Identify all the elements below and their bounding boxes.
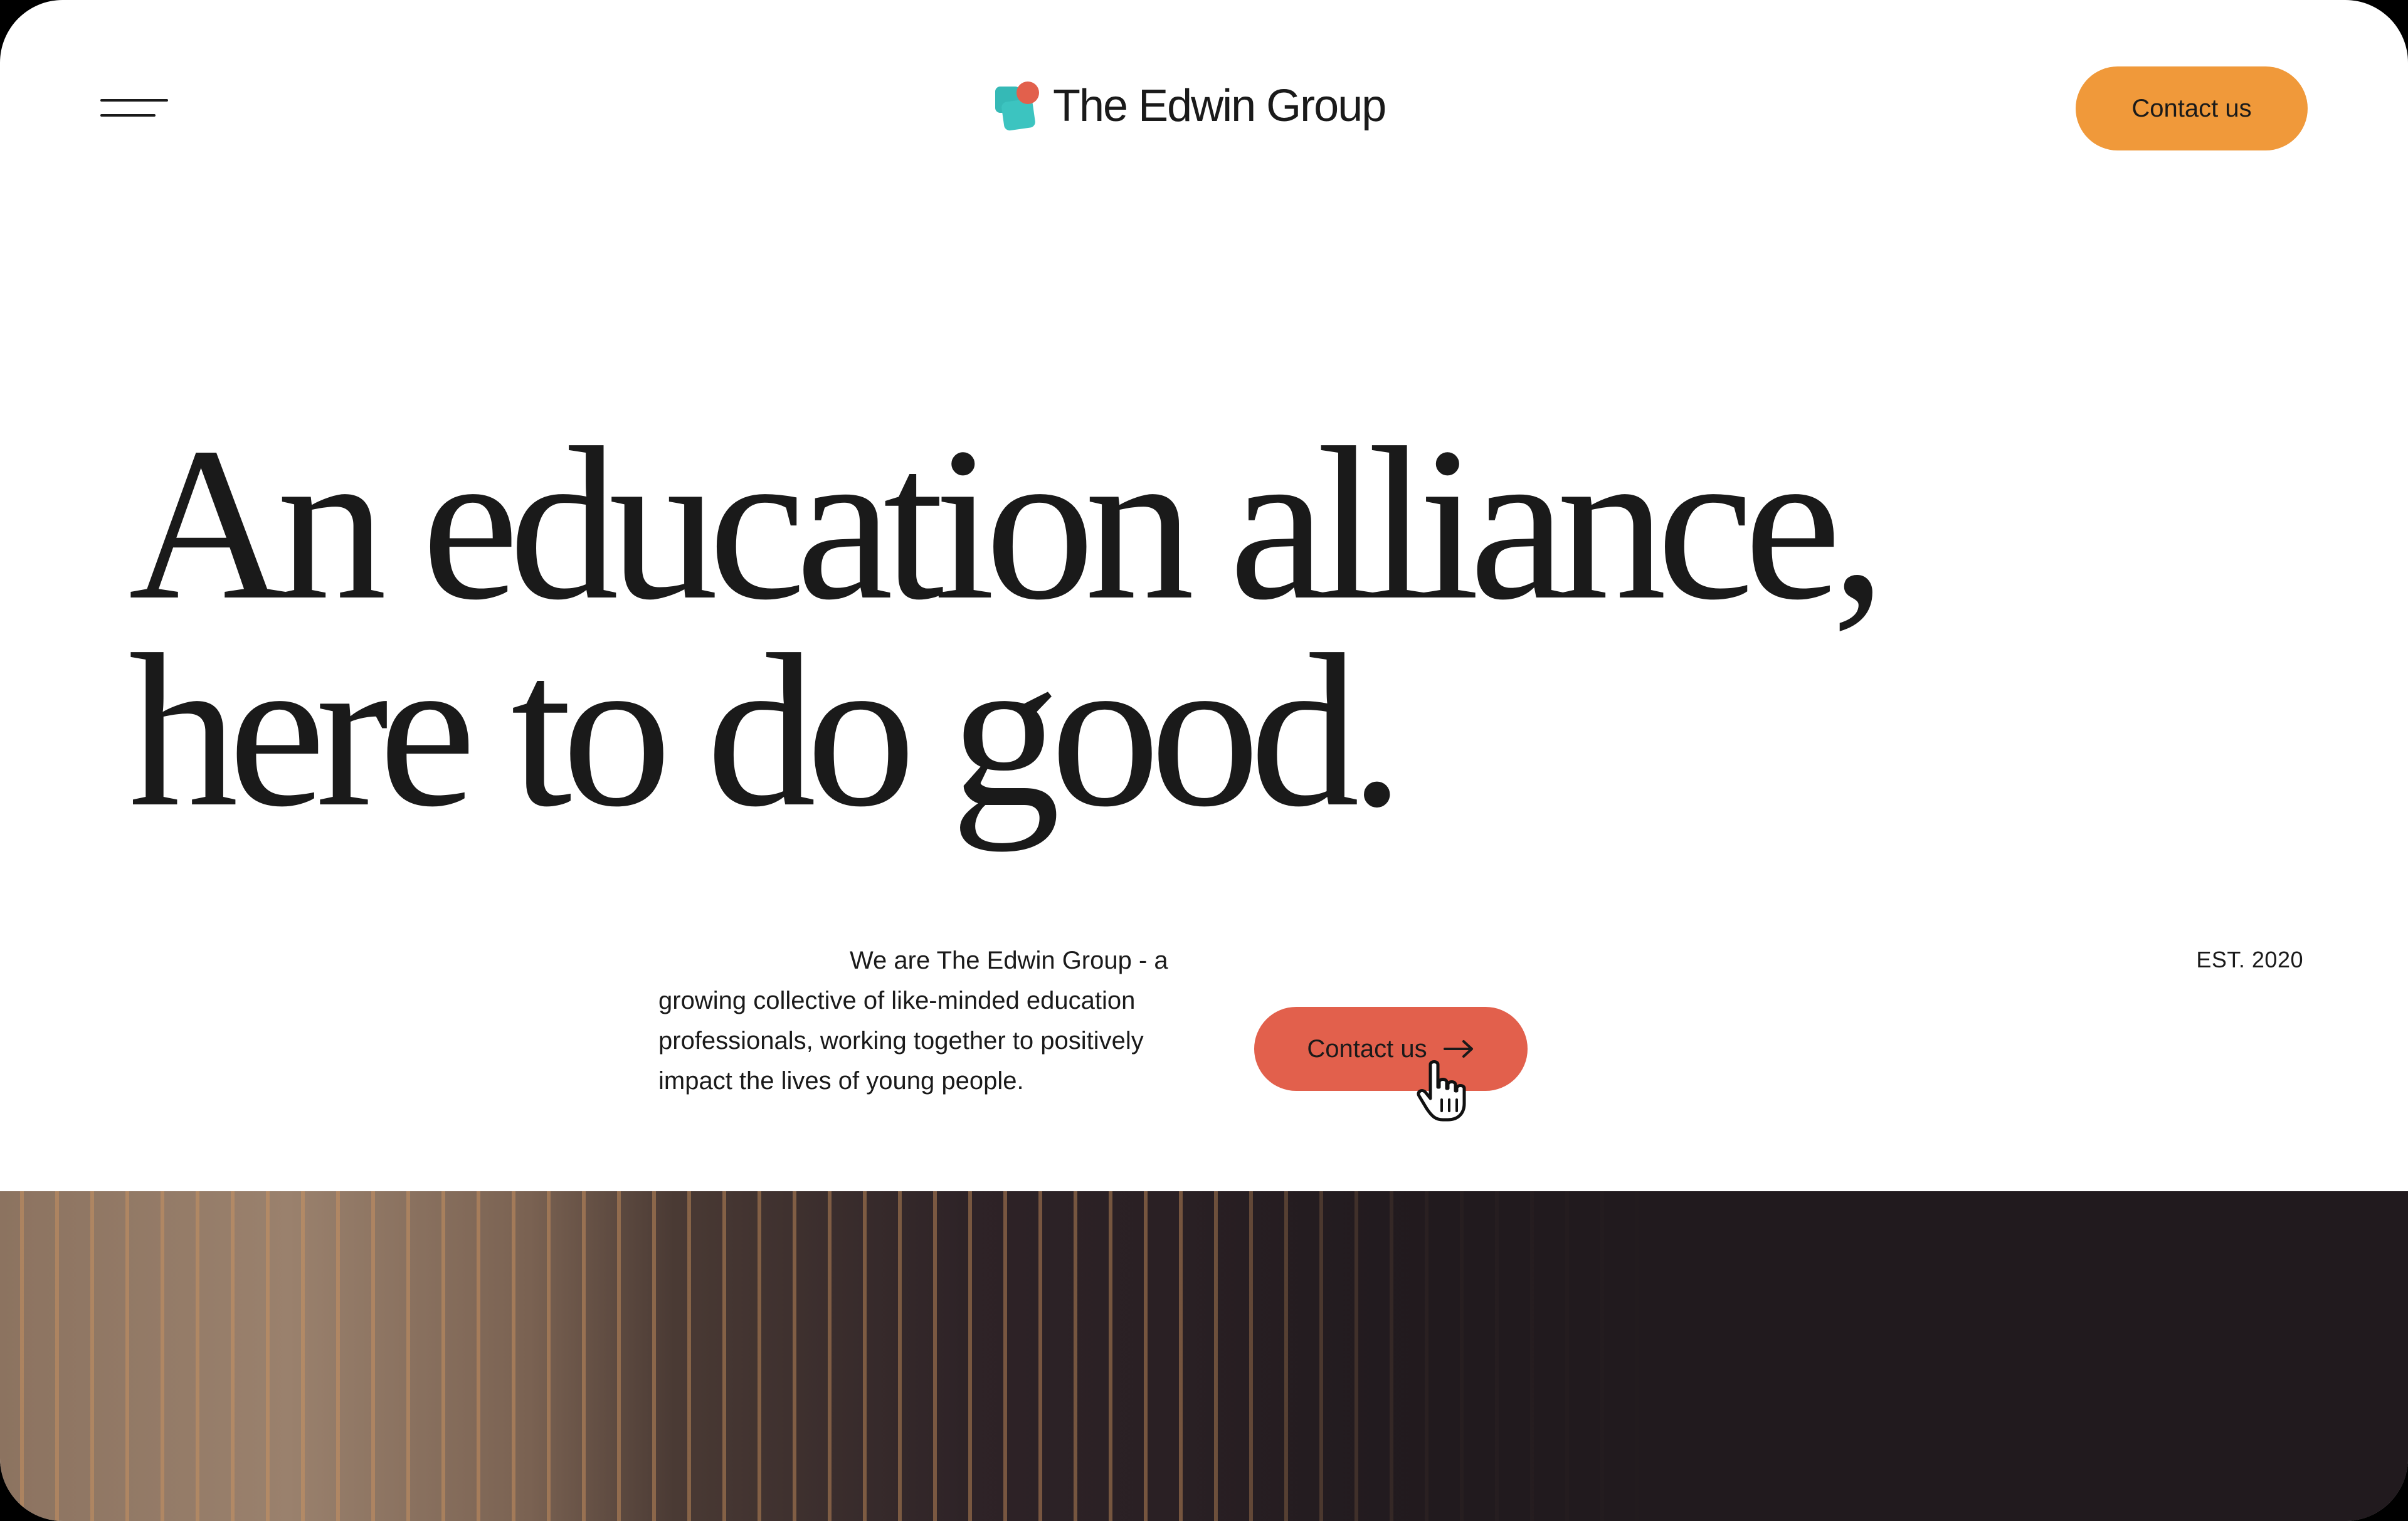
hero-contact-button-label: Contact us	[1307, 1034, 1427, 1063]
header-contact-button[interactable]: Contact us	[2076, 66, 2308, 150]
hero-intro-text: We are The Edwin Group - a growing colle…	[658, 947, 1168, 1095]
arrow-right-icon	[1443, 1040, 1473, 1058]
brand-logo[interactable]: The Edwin Group	[994, 80, 1386, 132]
hero-headline-line-1: An education alliance,	[129, 402, 1886, 645]
edwin-logo-mark-icon	[994, 82, 1040, 132]
menu-button[interactable]	[94, 94, 169, 125]
established-label: EST. 2020	[2196, 947, 2303, 972]
hero-image	[0, 1191, 2408, 1521]
brand-name: The Edwin Group	[1053, 81, 1386, 131]
hero-headline-line-2: here to do good.	[129, 609, 1404, 852]
hero-contact-button[interactable]: Contact us	[1254, 1007, 1528, 1091]
menu-icon-line	[100, 114, 156, 117]
hero-headline: An education alliance, here to do good.	[129, 402, 1886, 852]
page: The Edwin Group Contact us An education …	[0, 0, 2408, 1521]
hand-pointer-cursor-icon	[1417, 1060, 1466, 1122]
menu-icon	[100, 99, 168, 102]
